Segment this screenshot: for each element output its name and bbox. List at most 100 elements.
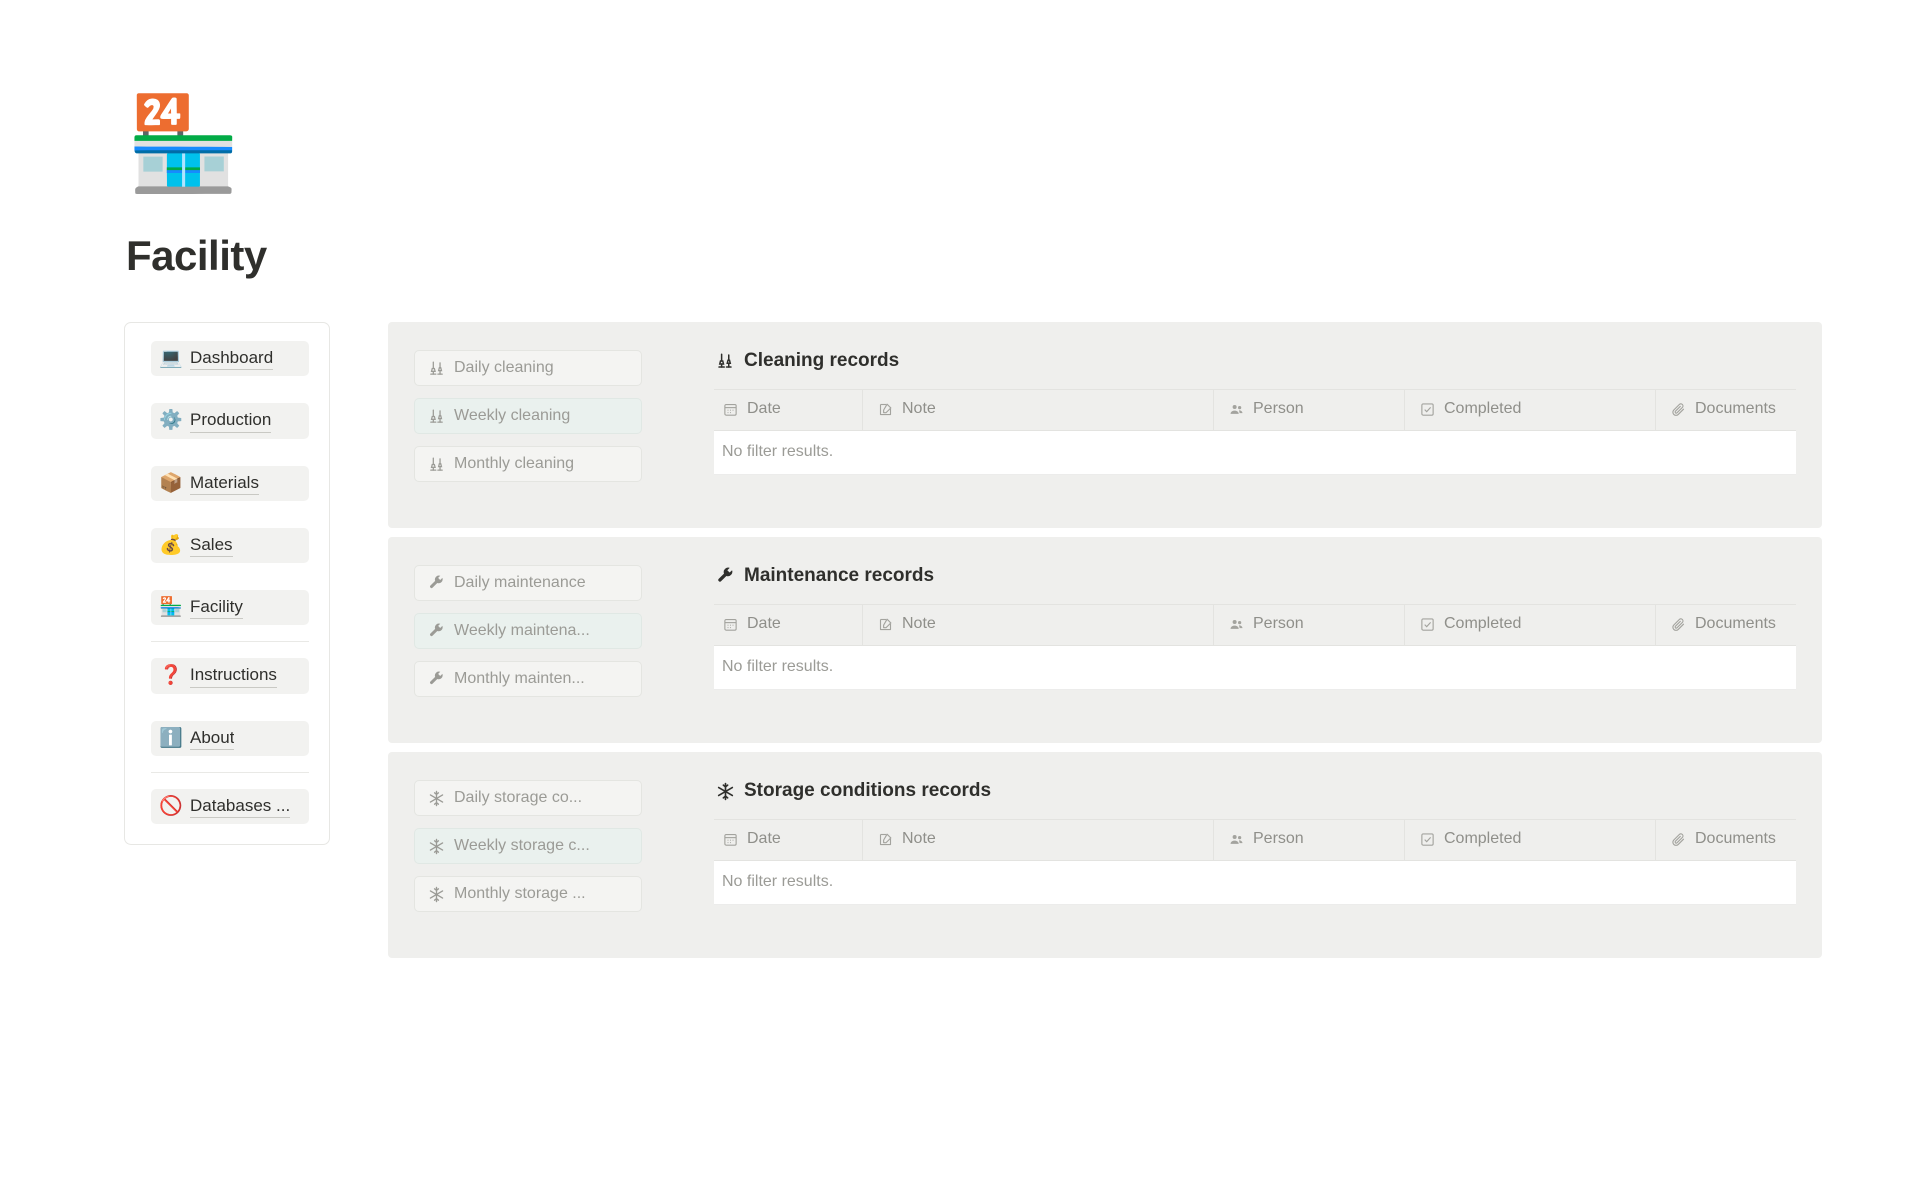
sidebar-item-about[interactable]: ℹ️ About [151, 720, 309, 756]
sidebar-item-label: Databases ... [190, 795, 291, 818]
table-empty-row: No filter results. [714, 860, 1796, 905]
column-header-documents[interactable]: Documents [1655, 389, 1796, 431]
filter-label: Daily storage co... [454, 789, 583, 806]
sidebar-item-dashboard[interactable]: 💻 Dashboard [151, 341, 309, 377]
column-header-label: Date [747, 830, 781, 847]
empty-message: No filter results. [714, 430, 1796, 475]
column-header-label: Person [1253, 615, 1304, 632]
column-header-note[interactable]: Note [862, 819, 1214, 861]
filter-label: Weekly storage c... [454, 837, 590, 854]
sidebar-item-label: Instructions [190, 664, 277, 688]
column-header-label: Completed [1444, 830, 1522, 847]
filter-monthly-cleaning[interactable]: Monthly cleaning [414, 446, 642, 482]
sidebar-item-facility[interactable]: 🏪 Facility [151, 590, 309, 626]
sidebar-divider [151, 641, 309, 643]
table-header-row: Date Note Person Completed Documents [714, 389, 1796, 431]
maintenance-records-table: Date Note Person Completed Documents No … [714, 604, 1796, 690]
sidebar-item-label: Dashboard [190, 347, 274, 371]
paperclip-icon [1670, 616, 1687, 633]
page-title: Facility [126, 232, 267, 279]
column-header-person[interactable]: Person [1213, 389, 1405, 431]
column-header-completed[interactable]: Completed [1404, 604, 1656, 646]
sidebar-item-materials[interactable]: 📦 Materials [151, 465, 309, 501]
people-icon [1228, 831, 1245, 848]
column-header-person[interactable]: Person [1213, 604, 1405, 646]
package-icon: 📦 [159, 472, 183, 494]
table-header-row: Date Note Person Completed Documents [714, 819, 1796, 861]
column-header-person[interactable]: Person [1213, 819, 1405, 861]
column-header-label: Note [902, 615, 936, 632]
broom-icon [427, 407, 445, 425]
filter-monthly-storage-conditions[interactable]: Monthly storage ... [414, 876, 642, 912]
table-title-label: Storage conditions records [744, 780, 992, 801]
empty-message: No filter results. [714, 645, 1796, 690]
storage-filter-list: Daily storage co... Weekly storage c... [388, 780, 714, 924]
sidebar-item-label: Materials [190, 472, 259, 495]
broom-icon [427, 455, 445, 473]
sidebar-item-label: Facility [190, 596, 243, 620]
broom-icon [427, 359, 445, 377]
sidebar-item-sales[interactable]: 💰 Sales [151, 527, 309, 563]
column-header-note[interactable]: Note [862, 604, 1214, 646]
main-content: Daily cleaning Weekly cleaning Monthly c… [388, 322, 1822, 967]
edit-pencil-icon [877, 616, 894, 633]
sidebar-item-label: Production [190, 409, 272, 433]
table-title-label: Maintenance records [744, 565, 935, 586]
column-header-label: Person [1253, 830, 1304, 847]
convenience-store-icon: 🏪 [159, 597, 183, 619]
filter-weekly-storage-conditions[interactable]: Weekly storage c... [414, 828, 642, 864]
column-header-documents[interactable]: Documents [1655, 604, 1796, 646]
sidebar-item-production[interactable]: ⚙️ Production [151, 403, 309, 439]
filter-daily-cleaning[interactable]: Daily cleaning [414, 350, 642, 386]
broom-icon [715, 351, 735, 371]
filter-label: Monthly mainten... [454, 670, 585, 687]
column-header-label: Completed [1444, 615, 1522, 632]
filter-label: Monthly cleaning [454, 455, 575, 472]
edit-pencil-icon [877, 401, 894, 418]
maintenance-filter-list: Daily maintenance Weekly maintena... Mon… [388, 565, 714, 709]
sidebar-item-instructions[interactable]: ❓ Instructions [151, 658, 309, 694]
sidebar-item-databases[interactable]: 🚫 Databases ... [151, 788, 309, 824]
empty-message: No filter results. [714, 860, 1796, 905]
storage-records-title: Storage conditions records [714, 780, 1796, 802]
checkbox-icon [1419, 401, 1436, 418]
column-header-date[interactable]: Date [714, 819, 863, 861]
filter-label: Monthly storage ... [454, 885, 586, 902]
column-header-label: Note [902, 400, 936, 417]
maintenance-records-title: Maintenance records [714, 565, 1796, 587]
cleaning-records-table-wrap: Cleaning records Date Note Person Comple… [714, 350, 1822, 494]
column-header-documents[interactable]: Documents [1655, 819, 1796, 861]
column-header-note[interactable]: Note [862, 389, 1214, 431]
people-icon [1228, 616, 1245, 633]
column-header-date[interactable]: Date [714, 389, 863, 431]
column-header-label: Documents [1695, 400, 1776, 417]
maintenance-panel: Daily maintenance Weekly maintena... Mon… [388, 537, 1822, 743]
wrench-icon [427, 622, 445, 640]
filter-monthly-maintenance[interactable]: Monthly mainten... [414, 661, 642, 697]
filter-daily-maintenance[interactable]: Daily maintenance [414, 565, 642, 601]
filter-weekly-cleaning[interactable]: Weekly cleaning [414, 398, 642, 434]
app-page: 🏪 Facility 💻 Dashboard ⚙️ Production 📦 M… [0, 0, 1920, 1199]
table-title-label: Cleaning records [744, 350, 900, 371]
sidebar-item-label: About [190, 727, 235, 750]
column-header-completed[interactable]: Completed [1404, 389, 1656, 431]
gear-icon: ⚙️ [159, 410, 183, 432]
paperclip-icon [1670, 831, 1687, 848]
snowflake-icon [427, 885, 445, 903]
filter-weekly-maintenance[interactable]: Weekly maintena... [414, 613, 642, 649]
column-header-label: Documents [1695, 615, 1776, 632]
maintenance-records-table-wrap: Maintenance records Date Note Person Com… [714, 565, 1822, 709]
people-icon [1228, 401, 1245, 418]
column-header-date[interactable]: Date [714, 604, 863, 646]
laptop-icon: 💻 [159, 348, 183, 370]
column-header-completed[interactable]: Completed [1404, 819, 1656, 861]
filter-daily-storage-conditions[interactable]: Daily storage co... [414, 780, 642, 816]
column-header-label: Documents [1695, 830, 1776, 847]
column-header-label: Date [747, 615, 781, 632]
filter-label: Weekly maintena... [454, 622, 590, 639]
column-header-label: Completed [1444, 400, 1522, 417]
